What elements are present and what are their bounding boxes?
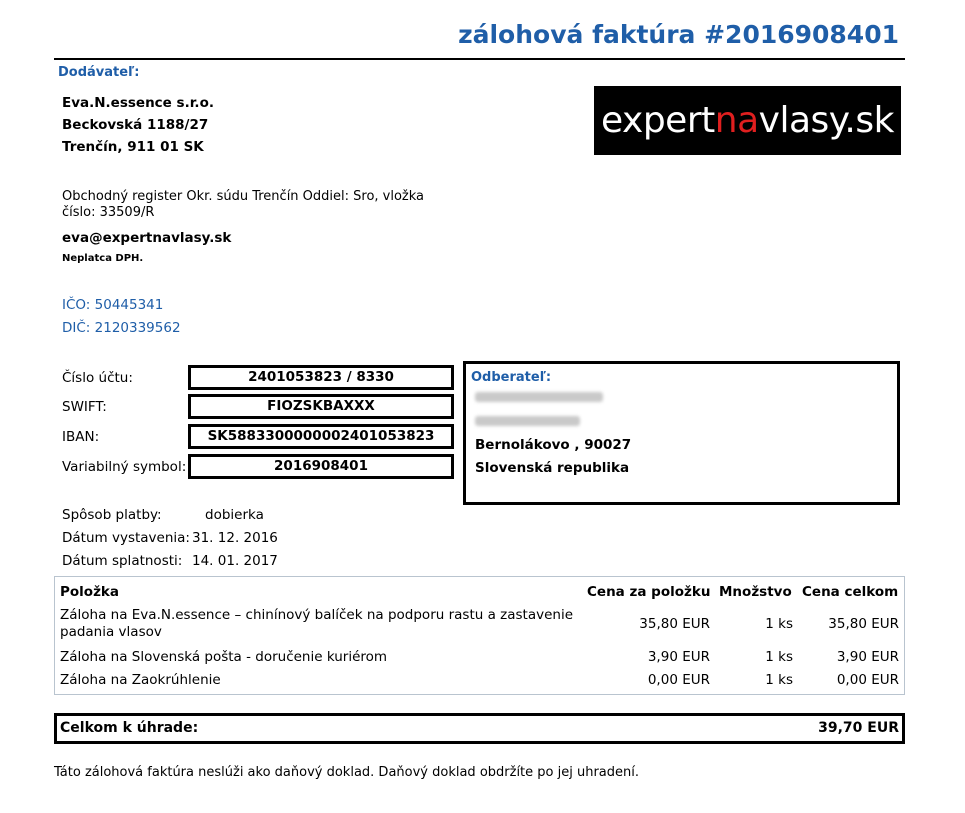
table-row-1-total: 35,80 EUR bbox=[828, 616, 899, 632]
logo-text-pre: expert bbox=[601, 100, 715, 141]
table-row-2-price: 3,90 EUR bbox=[647, 649, 710, 665]
supplier-heading: Dodávateľ: bbox=[58, 65, 140, 80]
method-value: dobierka bbox=[205, 507, 264, 523]
table-row-1-price: 35,80 EUR bbox=[639, 616, 710, 632]
total-label: Celkom k úhrade: bbox=[60, 720, 199, 736]
col-header-quantity: Množstvo bbox=[719, 584, 792, 600]
table-row-1-qty: 1 ks bbox=[765, 616, 793, 632]
register-line-1: Obchodný register Okr. súdu Trenčín Oddi… bbox=[62, 189, 425, 204]
vat-note: Neplatca DPH. bbox=[62, 253, 144, 264]
supplier-email[interactable]: eva@expertnavlasy.sk bbox=[62, 230, 231, 246]
table-row-1-name: Záloha na Eva.N.essence – chinínový balí… bbox=[60, 607, 573, 641]
invoice-title: zálohová faktúra #2016908401 bbox=[458, 20, 899, 49]
iban-box: SK5883300000002401053823 bbox=[188, 424, 454, 449]
buyer-street-redacted bbox=[475, 416, 580, 426]
table-row-3-price: 0,00 EUR bbox=[647, 672, 710, 688]
table-row-2-qty: 1 ks bbox=[765, 649, 793, 665]
register-info: Obchodný register Okr. súdu Trenčín Oddi… bbox=[62, 189, 424, 221]
buyer-name-redacted bbox=[475, 392, 603, 402]
col-header-item: Položka bbox=[60, 584, 120, 600]
title-divider bbox=[54, 58, 905, 60]
buyer-country: Slovenská republika bbox=[475, 460, 630, 476]
register-line-2: číslo: 33509/R bbox=[62, 205, 155, 220]
buyer-city: Bernolákovo , 90027 bbox=[475, 437, 632, 453]
buyer-heading: Odberateľ: bbox=[471, 370, 552, 385]
due-label: Dátum splatnosti: bbox=[62, 553, 183, 569]
account-box: 2401053823 / 8330 bbox=[188, 365, 454, 390]
account-label: Číslo účtu: bbox=[62, 370, 133, 386]
col-header-unit-price: Cena za položku bbox=[587, 584, 711, 600]
dic: DIČ: 2120339562 bbox=[62, 320, 181, 336]
issued-value: 31. 12. 2016 bbox=[192, 530, 278, 546]
supplier-street: Beckovská 1188/27 bbox=[62, 117, 209, 133]
table-row-2-total: 3,90 EUR bbox=[836, 649, 899, 665]
supplier-address: Eva.N.essence s.r.o. Beckovská 1188/27 T… bbox=[62, 92, 214, 158]
swift-box: FIOZSKBAXXX bbox=[188, 394, 454, 419]
table-row-3-name: Záloha na Zaokrúhlenie bbox=[60, 672, 221, 688]
vs-label: Variabilný symbol: bbox=[62, 459, 187, 475]
col-header-total: Cena celkom bbox=[802, 584, 899, 600]
issued-label: Dátum vystavenia: bbox=[62, 530, 190, 546]
iban-label: IBAN: bbox=[62, 429, 100, 445]
table-row-3-qty: 1 ks bbox=[765, 672, 793, 688]
total-value: 39,70 EUR bbox=[818, 720, 899, 736]
row-1-name-line-2: padania vlasov bbox=[60, 624, 162, 640]
logo-text-accent: na bbox=[714, 100, 759, 141]
table-row-3-total: 0,00 EUR bbox=[836, 672, 899, 688]
ico: IČO: 50445341 bbox=[62, 297, 164, 313]
footer-note: Táto zálohová faktúra neslúži ako daňový… bbox=[54, 765, 639, 780]
logo-text-post: vlasy.sk bbox=[758, 100, 895, 141]
supplier-name: Eva.N.essence s.r.o. bbox=[62, 95, 214, 111]
table-row-2-name: Záloha na Slovenská pošta - doručenie ku… bbox=[60, 649, 388, 665]
method-label: Spôsob platby: bbox=[62, 507, 162, 523]
swift-label: SWIFT: bbox=[62, 399, 107, 415]
supplier-city: Trenčín, 911 01 SK bbox=[62, 139, 204, 155]
due-value: 14. 01. 2017 bbox=[192, 553, 278, 569]
row-1-name-line-1: Záloha na Eva.N.essence – chinínový balí… bbox=[60, 607, 574, 623]
company-logo: expert na vlasy.sk bbox=[594, 86, 901, 155]
vs-box: 2016908401 bbox=[188, 454, 454, 479]
